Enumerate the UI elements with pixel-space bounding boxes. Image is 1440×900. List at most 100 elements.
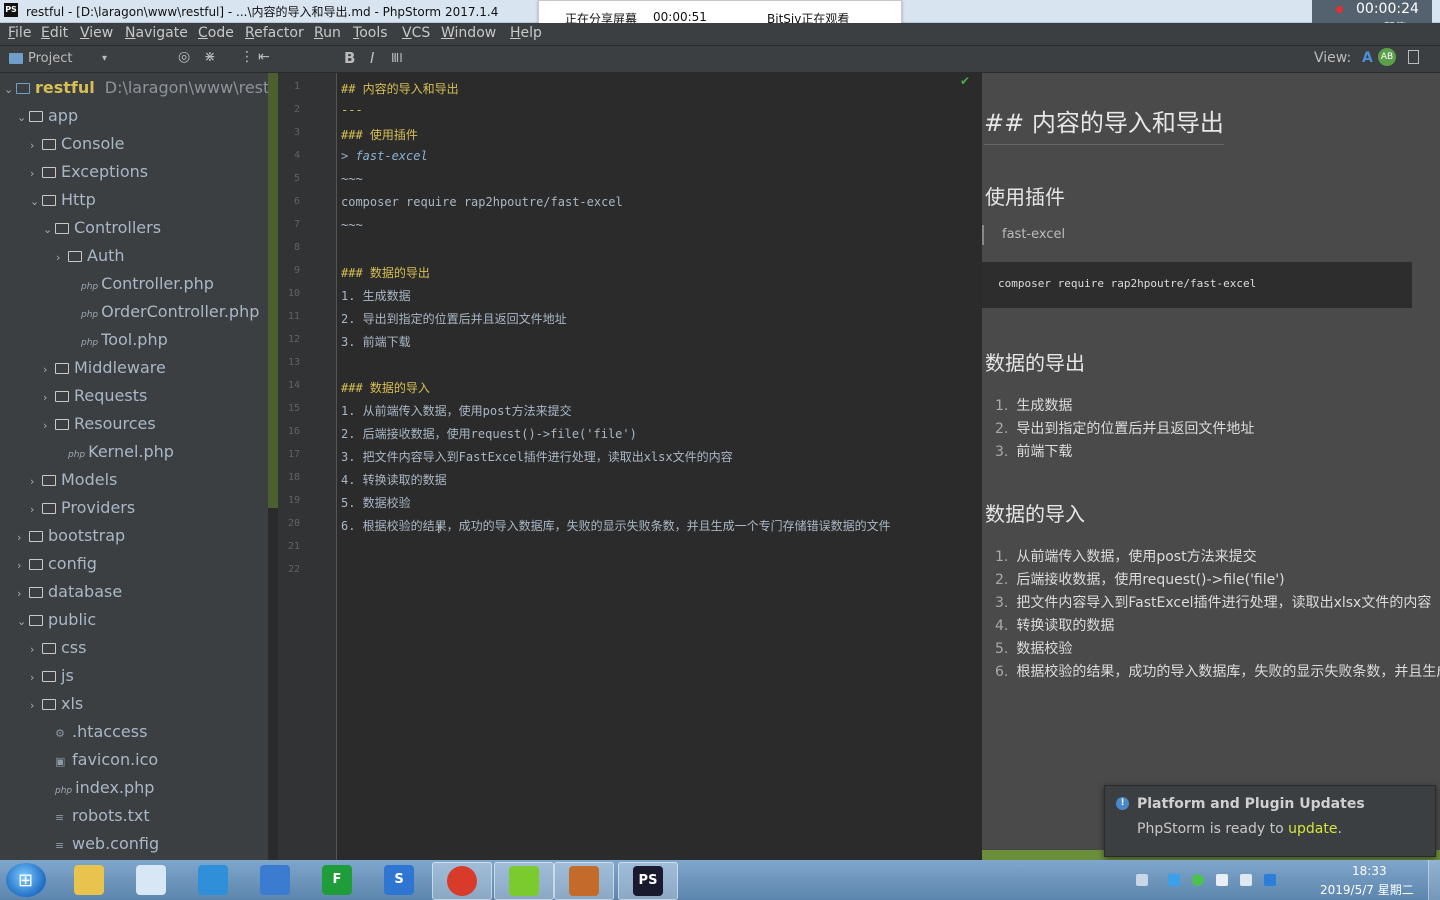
code-line[interactable]: 5. 数据校验 bbox=[341, 494, 411, 511]
menu-navigate[interactable]: Navigate bbox=[125, 25, 188, 41]
taskbar-app-button[interactable]: S bbox=[370, 862, 428, 898]
tree-item[interactable]: › Models bbox=[30, 470, 117, 496]
code-line[interactable]: > fast-excel bbox=[341, 149, 428, 163]
chevron-down-icon[interactable]: ⌄ bbox=[43, 223, 55, 236]
code-line[interactable]: ~~~ bbox=[341, 172, 363, 186]
code-line[interactable]: --- bbox=[341, 103, 363, 117]
chevron-right-icon[interactable]: › bbox=[30, 671, 42, 684]
chevron-right-icon[interactable]: › bbox=[30, 699, 42, 712]
volume-icon[interactable] bbox=[1216, 874, 1228, 886]
tree-item[interactable]: php Kernel.php bbox=[56, 442, 174, 468]
hide-panel-icon[interactable]: ⇤ bbox=[258, 49, 270, 65]
network-icon[interactable] bbox=[1240, 874, 1252, 886]
chevron-right-icon[interactable]: › bbox=[17, 587, 29, 600]
code-button[interactable]: ⅢI bbox=[391, 51, 403, 65]
update-notification[interactable]: ! Platform and Plugin Updates PhpStorm i… bbox=[1104, 785, 1436, 857]
menu-code[interactable]: Code bbox=[198, 25, 234, 41]
tree-item[interactable]: php OrderController.php bbox=[69, 302, 259, 328]
menu-file[interactable]: File bbox=[8, 25, 31, 41]
taskbar-app-button[interactable]: F bbox=[308, 862, 366, 898]
menu-run[interactable]: Run bbox=[314, 25, 341, 41]
tree-item[interactable]: › database bbox=[17, 582, 122, 608]
taskbar-app-button[interactable] bbox=[184, 862, 242, 898]
code-line[interactable]: 2. 后端接收数据，使用request()->file('file') bbox=[341, 425, 637, 442]
tree-item[interactable]: › js bbox=[30, 666, 74, 692]
tree-item[interactable]: ▣ favicon.ico bbox=[43, 750, 158, 776]
update-link[interactable]: update bbox=[1288, 821, 1337, 837]
chevron-right-icon[interactable]: › bbox=[43, 391, 55, 404]
markdown-editor[interactable]: ## 内容的导入和导出 --- ### 使用插件 > fast-excel ~~~ com… bbox=[337, 73, 980, 860]
chevron-down-icon[interactable]: ▾ bbox=[102, 53, 107, 64]
code-line[interactable]: 1. 生成数据 bbox=[341, 287, 411, 304]
show-desktop-button[interactable] bbox=[1428, 860, 1440, 900]
chevron-right-icon[interactable]: › bbox=[30, 475, 42, 488]
menu-refactor[interactable]: Refactor bbox=[245, 25, 304, 41]
chevron-down-icon[interactable]: ⌄ bbox=[4, 83, 16, 96]
chevron-right-icon[interactable]: › bbox=[56, 251, 68, 264]
menu-edit[interactable]: Edit bbox=[41, 25, 68, 41]
code-line[interactable]: ### 数据的导入 bbox=[341, 379, 430, 396]
tree-item[interactable]: › bootstrap bbox=[17, 526, 125, 552]
menu-view[interactable]: View bbox=[80, 25, 113, 41]
tree-item[interactable]: php index.php bbox=[43, 778, 154, 804]
view-editor-only-button[interactable]: A bbox=[1362, 50, 1373, 66]
tree-item[interactable]: › Console bbox=[30, 134, 125, 160]
menu-tools[interactable]: Tools bbox=[353, 25, 388, 41]
taskbar-app-button[interactable] bbox=[246, 862, 304, 898]
keyboard-icon[interactable] bbox=[1136, 874, 1148, 886]
tree-item[interactable]: php Controller.php bbox=[69, 274, 214, 300]
code-line[interactable]: 3. 把文件内容导入到FastExcel插件进行处理，读取出xlsx文件的内容 bbox=[341, 448, 733, 465]
code-line[interactable]: ~~~ bbox=[341, 218, 363, 232]
chevron-right-icon[interactable]: › bbox=[30, 503, 42, 516]
taskbar-app-button[interactable] bbox=[122, 862, 180, 898]
project-view-selector[interactable]: Project bbox=[28, 51, 72, 66]
tree-item[interactable]: php Tool.php bbox=[69, 330, 168, 356]
code-line[interactable]: composer require rap2hpoutre/fast-excel bbox=[341, 195, 623, 209]
collapse-all-icon[interactable]: ⋇ bbox=[204, 49, 216, 65]
menu-help[interactable]: Help bbox=[510, 25, 542, 41]
code-line[interactable]: 4. 转换读取的数据 bbox=[341, 471, 447, 488]
chevron-right-icon[interactable]: › bbox=[17, 531, 29, 544]
taskbar-app-button[interactable] bbox=[432, 862, 492, 900]
network-app-icon[interactable] bbox=[1168, 874, 1180, 886]
chevron-right-icon[interactable]: › bbox=[43, 363, 55, 376]
tree-item[interactable]: ⚙ .htaccess bbox=[43, 722, 147, 748]
tree-item[interactable]: ⌄ Http bbox=[30, 190, 96, 216]
tree-item[interactable]: ≡ robots.txt bbox=[43, 806, 150, 832]
taskbar-app-button[interactable]: PS bbox=[618, 862, 678, 900]
clock-date[interactable]: 2019/5/7 星期二 bbox=[1320, 881, 1414, 898]
scroll-from-source-icon[interactable]: ◎ bbox=[178, 49, 190, 65]
tree-item[interactable]: ⌄ public bbox=[17, 610, 96, 636]
view-split-button[interactable]: AB bbox=[1378, 48, 1396, 66]
chevron-right-icon[interactable]: › bbox=[30, 139, 42, 152]
code-line[interactable]: 1. 从前端传入数据，使用post方法来提交 bbox=[341, 402, 572, 419]
code-line[interactable]: 3. 前端下载 bbox=[341, 333, 411, 350]
tree-item[interactable]: ⌄ Controllers bbox=[43, 218, 161, 244]
tree-item[interactable]: › css bbox=[30, 638, 86, 664]
menu-window[interactable]: Window bbox=[441, 25, 496, 41]
tree-item[interactable]: › Resources bbox=[43, 414, 156, 440]
chevron-right-icon[interactable]: › bbox=[30, 643, 42, 656]
start-button[interactable]: ⊞ bbox=[6, 863, 46, 897]
tree-item[interactable]: › Requests bbox=[43, 386, 147, 412]
clock-time[interactable]: 18:33 bbox=[1352, 864, 1387, 878]
tree-item[interactable]: › Auth bbox=[56, 246, 125, 272]
wechat-icon[interactable] bbox=[1192, 874, 1204, 886]
tree-item[interactable]: › Exceptions bbox=[30, 162, 148, 188]
taskbar-app-button[interactable] bbox=[554, 862, 614, 900]
code-line[interactable]: 6. 根据校验的结果，成功的导入数据库，失败的显示失败条数，并且生成一个专门存储… bbox=[341, 517, 891, 534]
chevron-right-icon[interactable]: › bbox=[30, 167, 42, 180]
chevron-down-icon[interactable]: ⌄ bbox=[17, 615, 29, 628]
code-line[interactable]: ### 数据的导出 bbox=[341, 264, 430, 281]
chevron-right-icon[interactable]: › bbox=[43, 419, 55, 432]
tree-item[interactable]: › Middleware bbox=[43, 358, 166, 384]
taskbar-app-button[interactable] bbox=[494, 862, 554, 900]
tree-item[interactable]: › config bbox=[17, 554, 97, 580]
tree-item[interactable]: ⌄ app bbox=[17, 106, 78, 132]
menu-vcs[interactable]: VCS bbox=[402, 25, 430, 41]
code-line[interactable]: ### 使用插件 bbox=[341, 126, 418, 143]
view-preview-only-icon[interactable] bbox=[1408, 50, 1419, 64]
code-line[interactable]: ## 内容的导入和导出 bbox=[341, 80, 459, 97]
tree-item[interactable]: › Providers bbox=[30, 498, 135, 524]
tree-root[interactable]: ⌄ restful D:\laragon\www\restful bbox=[4, 78, 268, 104]
